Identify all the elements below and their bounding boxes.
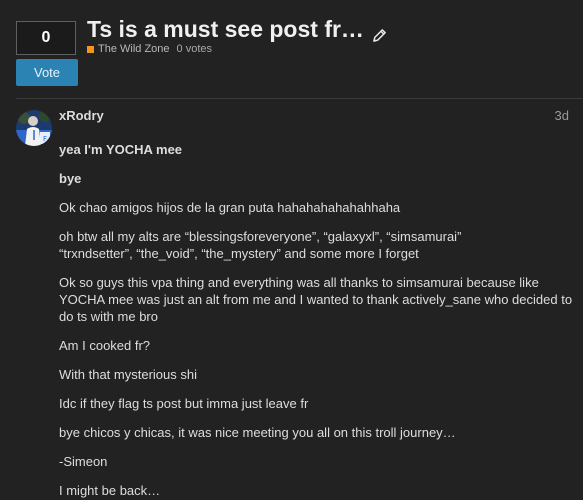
- post-paragraph-text: bye chicos y chicas, it was nice meeting…: [59, 425, 456, 440]
- votes-count: 0 votes: [176, 43, 212, 55]
- pencil-icon[interactable]: [372, 22, 387, 42]
- post-paragraph-text: Am I cooked fr?: [59, 338, 151, 353]
- vote-count: 0: [16, 21, 76, 55]
- post-paragraph-text: Ok so guys this vpa thing and everything…: [59, 275, 573, 324]
- post-paragraph-text: Idc if they flag ts post but imma just l…: [59, 396, 309, 411]
- post-paragraph: yea I'm YOCHA mee: [59, 141, 574, 158]
- post-paragraph: bye: [59, 170, 574, 187]
- topic-title: Ts is a must see post fr…: [87, 16, 387, 43]
- post-paragraph-text: “trxndsetter”, “the_void”, “the_mystery”…: [59, 246, 419, 261]
- vote-button[interactable]: Vote: [16, 59, 78, 86]
- post-date[interactable]: 3d: [555, 108, 569, 123]
- category-badge: [87, 45, 94, 53]
- post-paragraph-text: yea I'm YOCHA mee: [59, 142, 183, 157]
- post-paragraph-text: I might be back…: [59, 483, 161, 498]
- svg-text:F: F: [43, 135, 47, 143]
- post-paragraph: With that mysterious shi: [59, 366, 574, 383]
- divider: [16, 98, 583, 99]
- post-paragraph: bye chicos y chicas, it was nice meeting…: [59, 424, 574, 441]
- post-paragraph-text: -Simeon: [59, 454, 108, 469]
- category-link[interactable]: The Wild Zone: [98, 43, 170, 55]
- post-username[interactable]: xRodry: [59, 108, 104, 123]
- post-paragraph-text: Ok chao amigos hijos de la gran puta hah…: [59, 200, 401, 215]
- post-body: yea I'm YOCHA mee bye Ok chao amigos hijos…: [59, 141, 574, 500]
- post-paragraph: Ok chao amigos hijos de la gran puta hah…: [59, 199, 574, 216]
- topic-meta: The Wild Zone 0 votes: [87, 43, 212, 55]
- post-paragraph-text: bye: [59, 171, 82, 186]
- post-paragraph: oh btw all my alts are “blessingsforever…: [59, 228, 574, 262]
- post-paragraph-text: oh btw all my alts are “blessingsforever…: [59, 229, 462, 244]
- post-paragraph: I might be back…: [59, 482, 574, 499]
- post-paragraph: -Simeon: [59, 453, 574, 470]
- topic-page: 0 Vote Ts is a must see post fr… The Wil…: [0, 0, 583, 500]
- topic-title-text[interactable]: Ts is a must see post fr…: [87, 16, 364, 43]
- post-paragraph: Am I cooked fr?: [59, 337, 574, 354]
- post-paragraph: Ok so guys this vpa thing and everything…: [59, 274, 574, 325]
- post-paragraph: Idc if they flag ts post but imma just l…: [59, 395, 574, 412]
- user-avatar[interactable]: F: [16, 110, 52, 146]
- post-paragraph-text: With that mysterious shi: [59, 367, 197, 382]
